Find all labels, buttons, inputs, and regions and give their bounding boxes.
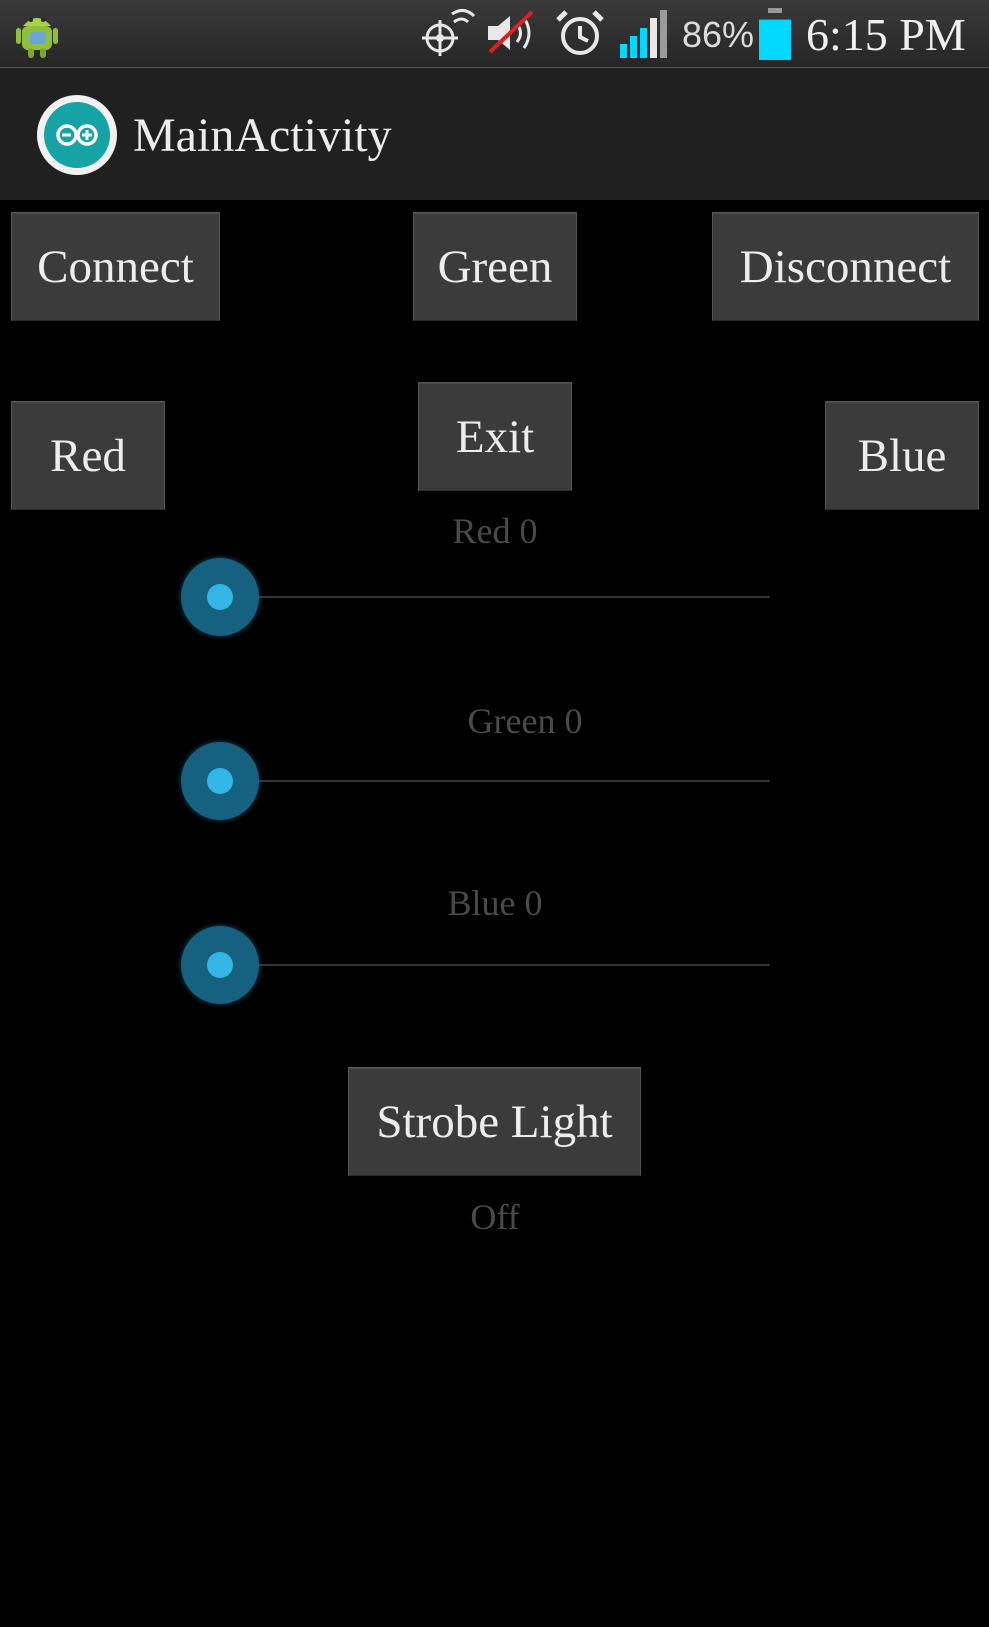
red-value-label: Red 0 xyxy=(452,511,538,551)
clock: 6:15 PM xyxy=(806,9,966,60)
disconnect-button[interactable]: Disconnect xyxy=(712,212,979,321)
blue-slider-thumb[interactable] xyxy=(181,926,259,1004)
battery-percent: 86% xyxy=(682,14,755,55)
blue-button[interactable]: Blue xyxy=(825,401,979,510)
mute-icon xyxy=(488,10,534,54)
green-value-label: Green 0 xyxy=(467,701,583,741)
blue-slider-track[interactable] xyxy=(220,964,770,966)
blue-value-label: Blue 0 xyxy=(447,883,543,923)
green-button[interactable]: Green xyxy=(413,212,577,321)
slider-thumb-dot xyxy=(207,768,233,794)
signal-icon xyxy=(620,10,667,58)
status-bar: 86% 6:15 PM xyxy=(0,0,989,68)
battery-icon xyxy=(759,8,791,60)
strobe-status-label: Off xyxy=(470,1197,520,1237)
red-slider-track[interactable] xyxy=(220,596,770,598)
alarm-icon xyxy=(556,10,604,55)
slider-thumb-dot xyxy=(207,952,233,978)
app-title: MainActivity xyxy=(133,109,392,162)
green-slider-track[interactable] xyxy=(220,780,770,782)
exit-button[interactable]: Exit xyxy=(418,382,572,491)
action-bar: MainActivity xyxy=(0,68,989,200)
strobe-light-button[interactable]: Strobe Light xyxy=(348,1067,641,1176)
red-slider-thumb[interactable] xyxy=(181,558,259,636)
slider-thumb-dot xyxy=(207,584,233,610)
red-button[interactable]: Red xyxy=(11,401,165,510)
connect-button[interactable]: Connect xyxy=(11,212,220,321)
arduino-icon xyxy=(37,95,117,175)
green-slider-thumb[interactable] xyxy=(181,742,259,820)
android-robot-icon xyxy=(16,18,58,58)
gps-icon xyxy=(422,9,476,56)
